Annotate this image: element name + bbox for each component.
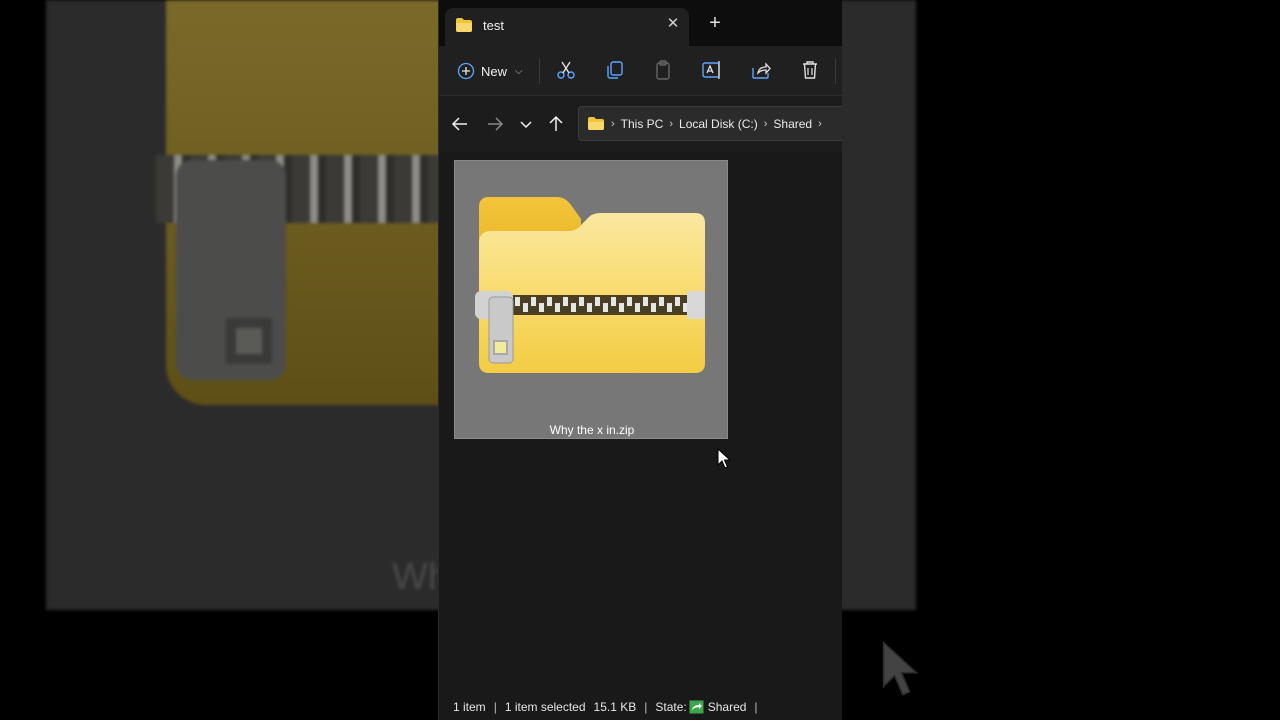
folder-icon [456,18,472,32]
share-icon[interactable] [749,58,773,82]
tab-title: test [483,18,504,33]
breadcrumb-separator[interactable]: › [764,118,768,130]
mouse-cursor-icon [717,448,731,469]
plus-circle-icon [457,62,475,80]
zip-folder-icon [475,197,705,373]
toolbar-divider [835,58,836,84]
title-bar: test ✕ + [439,0,842,46]
breadcrumb-separator[interactable]: › [611,118,615,130]
bg-cursor-icon [882,640,919,696]
status-size: 15.1 KB [593,700,637,714]
toolbar-divider [539,58,540,84]
screen: Why t test ✕ + New ⌵ [0,0,1280,720]
breadcrumb-separator[interactable]: › [669,118,673,130]
paste-icon[interactable] [651,58,675,82]
new-tab-button[interactable]: + [705,12,725,36]
address-row: › This PC › Local Disk (C:) › Shared › [439,96,842,152]
status-separator: | [644,700,648,714]
status-separator: | [754,700,758,714]
new-button-label: New [481,63,508,79]
back-arrow-icon[interactable] [449,113,471,135]
command-bar: New ⌵ [439,46,842,96]
status-item-count: 1 item [453,700,486,714]
recent-chevron-icon[interactable] [515,113,537,135]
close-icon[interactable]: ✕ [663,14,683,34]
breadcrumb-shared[interactable]: Shared [773,117,812,131]
breadcrumb-local-disk[interactable]: Local Disk (C:) [679,117,758,131]
status-state-label: State: [655,700,687,714]
tab-test[interactable]: test ✕ [445,8,689,46]
address-bar[interactable]: › This PC › Local Disk (C:) › Shared › [578,106,842,141]
shared-icon [689,700,704,714]
copy-icon[interactable] [603,58,627,82]
file-explorer-window: test ✕ + New ⌵ › This PC › Local Disk (C… [438,0,842,720]
breadcrumb-separator[interactable]: › [818,118,822,130]
folder-icon [588,117,604,130]
forward-arrow-icon[interactable] [484,113,506,135]
status-bar: 1 item | 1 item selected 15.1 KB | State… [439,694,842,720]
status-selection: 1 item selected [504,700,586,714]
status-state-value: Shared [707,700,747,714]
file-item-zip[interactable]: Why the x in.zip [454,160,728,439]
delete-icon[interactable] [798,58,822,82]
new-button[interactable]: New ⌵ [453,56,529,86]
cut-icon[interactable] [554,58,578,82]
bg-zipper-pull-hole [226,318,272,364]
rename-icon[interactable] [700,58,724,82]
chevron-down-icon: ⌵ [515,65,523,77]
up-arrow-icon[interactable] [545,113,567,135]
file-name-label: Why the x in.zip [549,423,635,437]
breadcrumb-this-pc[interactable]: This PC [621,117,664,131]
file-list: Why the x in.zip [439,152,842,686]
status-separator: | [493,700,497,714]
